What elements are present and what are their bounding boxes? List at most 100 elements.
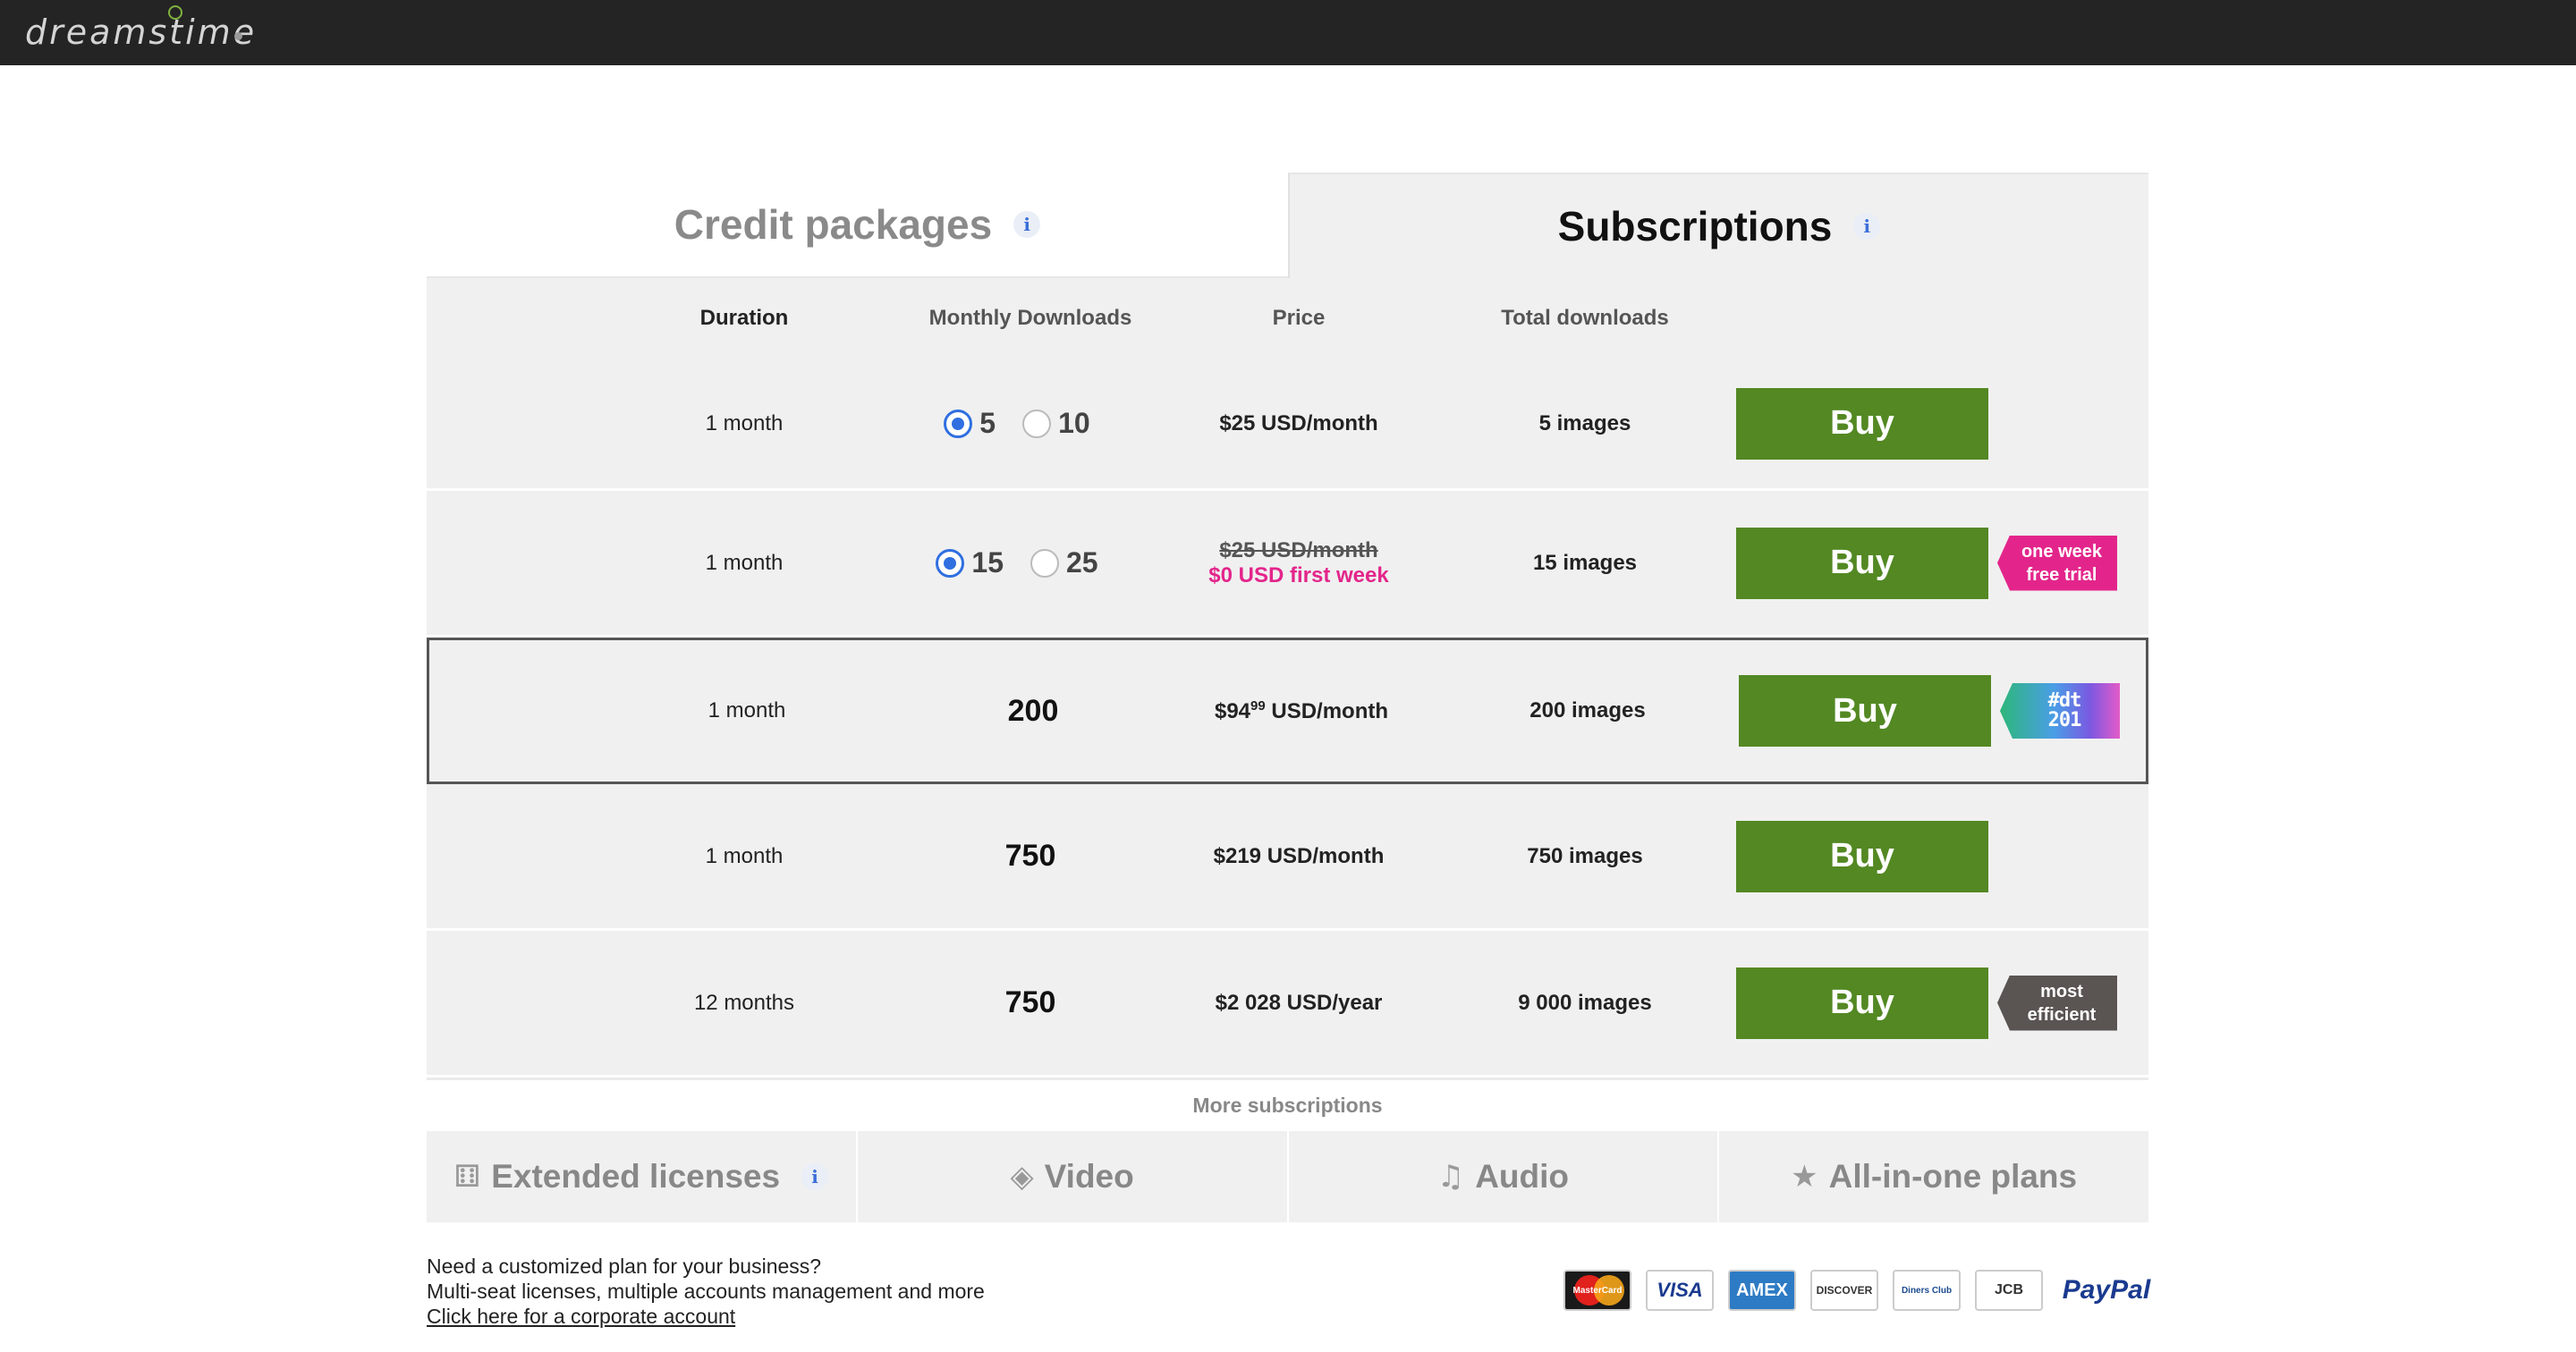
- monthly-downloads-cell: 200: [921, 640, 1145, 782]
- total-downloads-cell: 15 images: [1532, 550, 1638, 575]
- badge-line: one week: [2021, 541, 2103, 562]
- buy-button[interactable]: Buy: [1736, 967, 1988, 1039]
- duration-cell: 1 month: [705, 843, 784, 868]
- buy-cell: Buy: [1736, 491, 1988, 635]
- tab-label: Credit packages: [674, 201, 993, 248]
- dreamstime-logo[interactable]: dreamstime: [25, 13, 257, 52]
- monthly-downloads-cell: 15 25: [919, 491, 1142, 635]
- downloads-radio-group: 15 25: [936, 546, 1124, 579]
- radio-25[interactable]: [1030, 548, 1059, 578]
- corporate-info: Need a customized plan for your business…: [427, 1254, 985, 1329]
- table-row: 12 months 750 $2 028 USD/year 9 000 imag…: [427, 931, 2148, 1077]
- radio-label[interactable]: 5: [979, 407, 996, 440]
- diners-club-icon: Diners Club: [1893, 1270, 1961, 1311]
- tab-label: All-in-one plans: [1828, 1158, 2078, 1195]
- subscriptions-table: Duration Monthly Downloads Price Total d…: [427, 278, 2148, 1077]
- header-duration: Duration: [699, 306, 789, 330]
- more-subscriptions-tabs: ⚅ Extended licenses i ◈ Video ♫ Audio ★ …: [427, 1131, 2148, 1222]
- header-monthly-downloads: Monthly Downloads: [928, 306, 1132, 330]
- monthly-downloads-cell: 750: [919, 931, 1142, 1075]
- corporate-account-link[interactable]: Click here for a corporate account: [427, 1305, 735, 1328]
- radio-label[interactable]: 10: [1058, 407, 1090, 440]
- dice-icon: ⚅: [453, 1159, 481, 1195]
- info-icon[interactable]: i: [1853, 213, 1881, 240]
- price-cents: 99: [1250, 697, 1266, 714]
- monthly-downloads-value: 750: [1004, 985, 1056, 1019]
- price-cell: $2 028 USD/year: [1215, 990, 1383, 1015]
- radio-10[interactable]: [1022, 409, 1052, 438]
- radio-label[interactable]: 15: [971, 546, 1004, 579]
- radio-5[interactable]: [944, 409, 973, 438]
- dt201-badge: #dt 201: [2000, 683, 2120, 739]
- price-cell: $25 USD/month: [1219, 410, 1378, 435]
- free-trial-badge: one week free trial: [1997, 535, 2117, 591]
- header-price: Price: [1272, 306, 1326, 330]
- more-subscriptions-title: More subscriptions: [427, 1077, 2148, 1131]
- tab-label: Extended licenses: [491, 1158, 781, 1195]
- badge-line: efficient: [2027, 1004, 2097, 1025]
- buy-button[interactable]: Buy: [1739, 675, 1991, 747]
- table-row: 1 month 750 $219 USD/month 750 images Bu…: [427, 784, 2148, 931]
- duration-cell: 1 month: [708, 698, 786, 722]
- mastercard-icon: MasterCard: [1563, 1270, 1631, 1311]
- duration-cell: 1 month: [705, 550, 784, 575]
- buy-cell: Buy: [1736, 359, 1988, 488]
- total-downloads-cell: 200 images: [1530, 698, 1646, 722]
- payment-methods: MasterCard VISA AMEX DISCOVER Diners Clu…: [1563, 1270, 2156, 1311]
- price-cell: $9499 USD/month: [1190, 640, 1413, 782]
- price-original: $25 USD/month: [1219, 537, 1378, 562]
- tab-label: Video: [1044, 1158, 1134, 1195]
- star-icon: ★: [1791, 1159, 1818, 1195]
- tab-subscriptions[interactable]: Subscriptions i: [1288, 173, 2148, 278]
- corporate-line-1: Need a customized plan for your business…: [427, 1255, 822, 1278]
- tab-label: Subscriptions: [1557, 203, 1833, 249]
- tab-all-in-one-plans[interactable]: ★ All-in-one plans: [1719, 1131, 2148, 1222]
- radio-label[interactable]: 25: [1066, 546, 1098, 579]
- tab-video[interactable]: ◈ Video: [857, 1131, 1289, 1222]
- pricing-tabs: Credit packages i Subscriptions i: [427, 173, 2148, 278]
- tab-credit-packages[interactable]: Credit packages i: [427, 173, 1288, 278]
- buy-cell: Buy: [1736, 931, 1988, 1075]
- table-header: Duration Monthly Downloads Price Total d…: [427, 278, 2148, 359]
- badge-cell: one week free trial: [1997, 491, 2117, 635]
- duration-cell: 1 month: [705, 410, 784, 435]
- price-cell: $25 USD/month $0 USD first week: [1187, 491, 1411, 635]
- tab-audio[interactable]: ♫ Audio: [1288, 1131, 1720, 1222]
- info-icon[interactable]: i: [1013, 211, 1041, 238]
- header-total-downloads: Total downloads: [1501, 306, 1669, 330]
- logo-dot-icon: [234, 32, 242, 40]
- duration-cell: 12 months: [693, 990, 795, 1015]
- badge-cell: most efficient: [1997, 931, 2117, 1075]
- badge-line: 201: [2047, 709, 2082, 731]
- jcb-icon: JCB: [1975, 1270, 2043, 1311]
- tab-extended-licenses[interactable]: ⚅ Extended licenses i: [427, 1131, 858, 1222]
- table-row: 1 month 5 10 $25 USD/month 5 images Buy: [427, 359, 2148, 491]
- badge-line: most: [2040, 981, 2083, 1001]
- table-row-featured: 1 month 200 $9499 USD/month 200 images B…: [427, 638, 2148, 784]
- amex-icon: AMEX: [1728, 1270, 1796, 1311]
- badge-line: free trial: [2026, 564, 2097, 585]
- paypal-icon: PayPal: [2062, 1275, 2151, 1305]
- downloads-radio-group: 5 10: [944, 407, 1116, 440]
- price-promo: $0 USD first week: [1208, 562, 1389, 587]
- monthly-downloads-value: 200: [1007, 693, 1059, 728]
- total-downloads-cell: 750 images: [1527, 843, 1643, 868]
- total-downloads-cell: 9 000 images: [1518, 990, 1652, 1015]
- monthly-downloads-cell: 5 10: [919, 359, 1142, 488]
- logo-swirl-icon: [168, 5, 182, 20]
- discover-icon: DISCOVER: [1810, 1270, 1878, 1311]
- video-tag-icon: ◈: [1010, 1159, 1034, 1195]
- buy-cell: Buy: [1736, 784, 1988, 928]
- price-unit: USD/month: [1265, 698, 1389, 723]
- monthly-downloads-cell: 750: [919, 784, 1142, 928]
- buy-button[interactable]: Buy: [1736, 527, 1988, 599]
- top-bar: dreamstime: [0, 0, 2576, 65]
- total-downloads-cell: 5 images: [1538, 410, 1631, 435]
- info-icon[interactable]: i: [801, 1163, 829, 1190]
- tab-label: Audio: [1475, 1158, 1570, 1195]
- buy-button[interactable]: Buy: [1736, 820, 1988, 892]
- price-main: $94: [1214, 698, 1251, 723]
- most-efficient-badge: most efficient: [1997, 975, 2117, 1031]
- radio-15[interactable]: [936, 548, 965, 578]
- buy-button[interactable]: Buy: [1736, 387, 1988, 460]
